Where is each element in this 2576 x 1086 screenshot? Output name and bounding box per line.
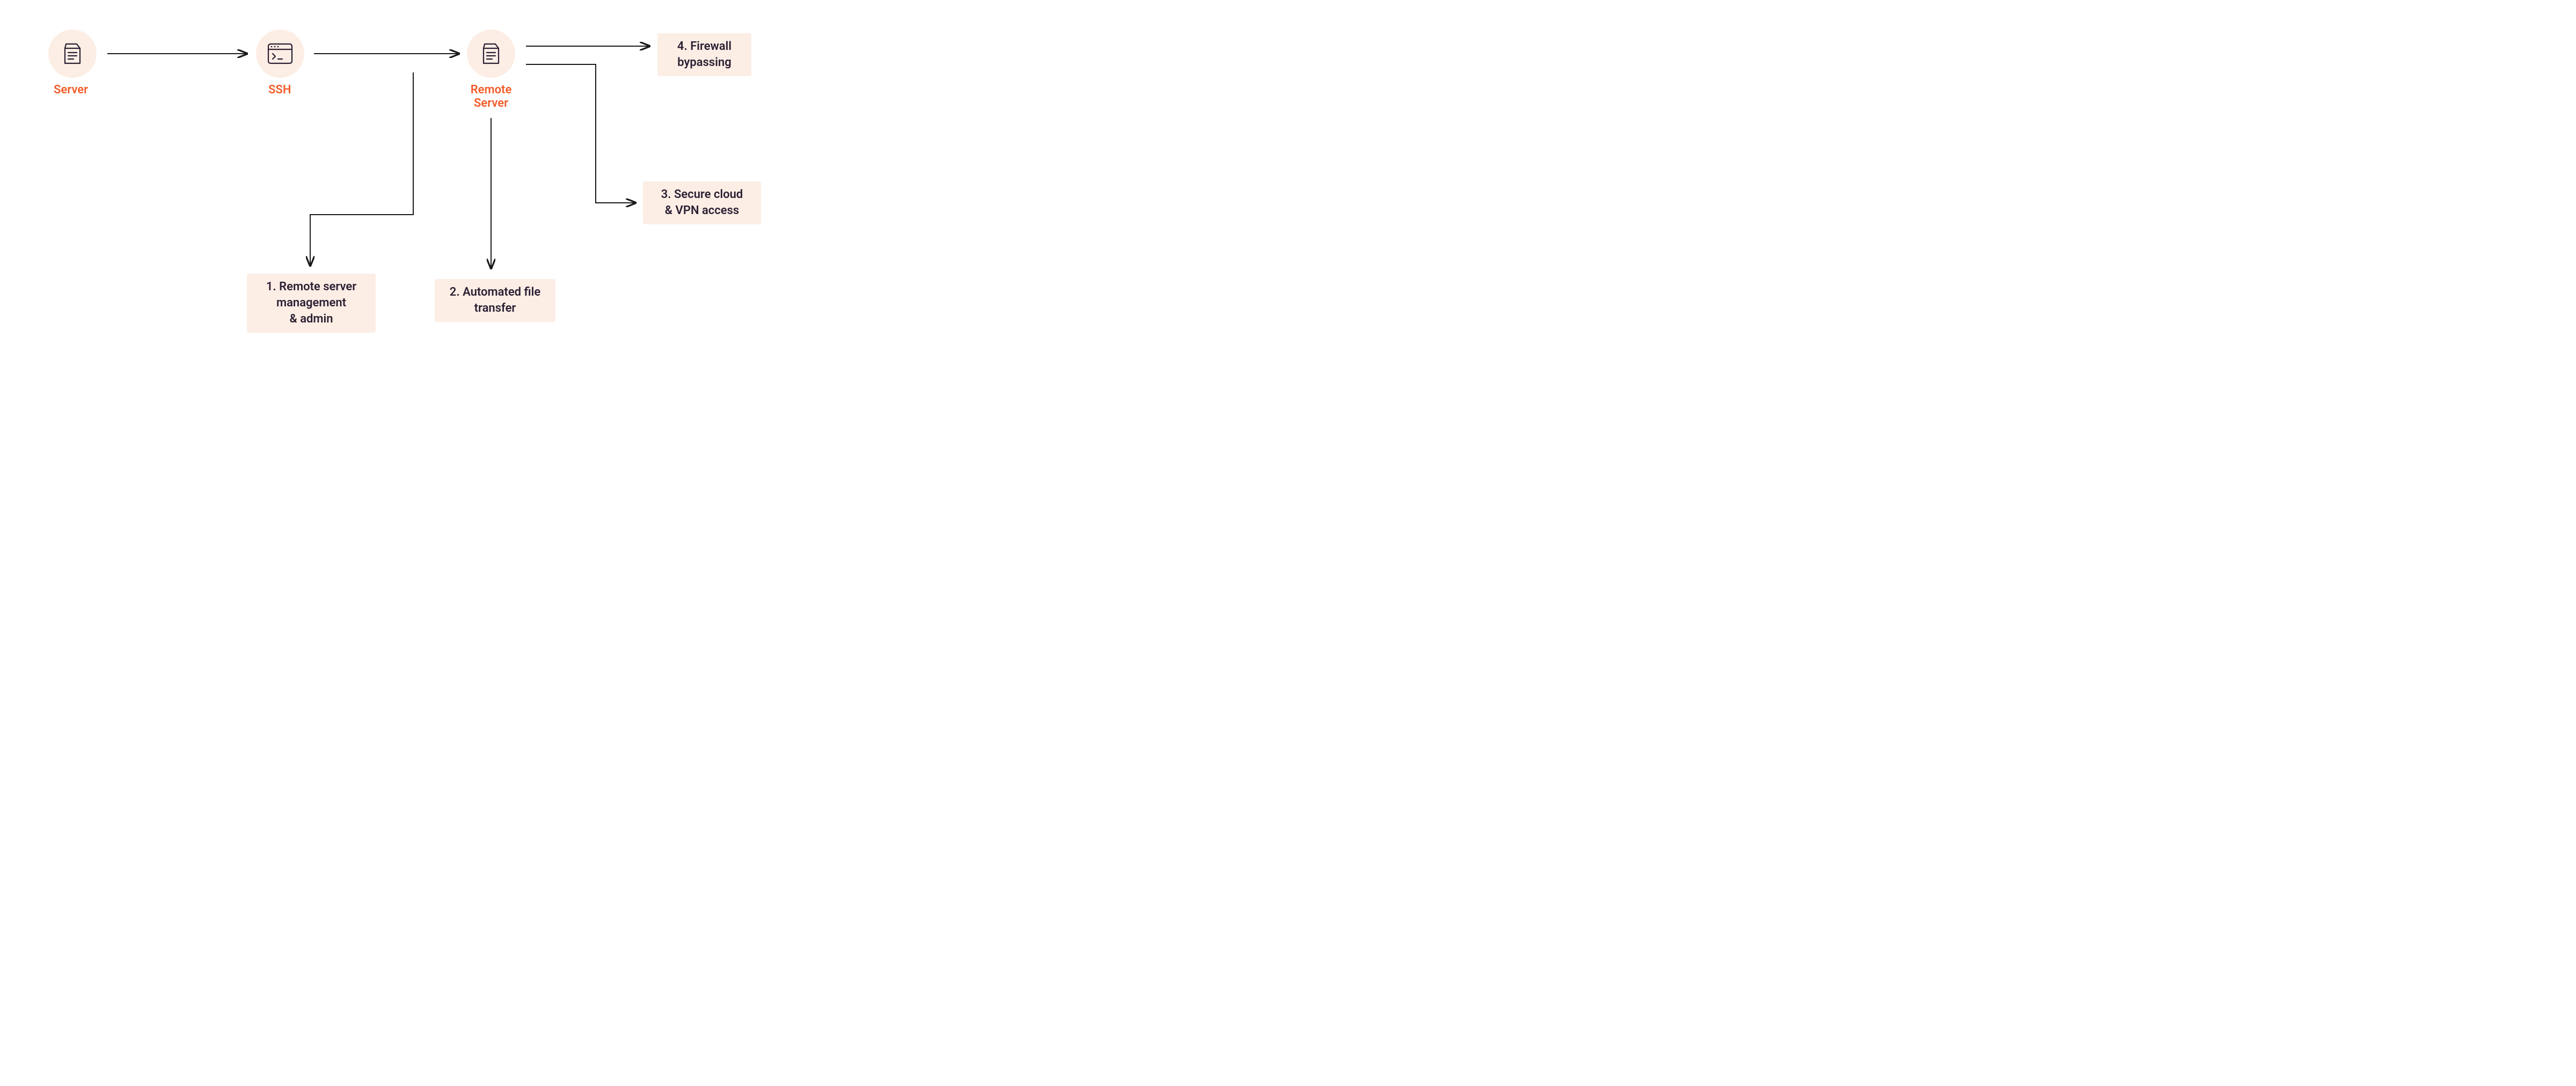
arrow-remote-to-mgmt (310, 72, 413, 266)
server-node-icon (48, 30, 97, 78)
ssh-node-icon (256, 30, 304, 78)
ssh-diagram: Server SSH Remote Server 1. Remote serve… (0, 0, 859, 362)
use-case-firewall: 4. Firewall bypassing (657, 33, 751, 76)
use-case-cloud-vpn: 3. Secure cloud & VPN access (643, 181, 761, 224)
remote-server-icon (479, 42, 503, 65)
terminal-icon (267, 43, 293, 64)
server-icon (61, 42, 84, 65)
server-label: Server (54, 83, 88, 97)
use-case-file-transfer: 2. Automated file transfer (435, 279, 555, 322)
arrow-remote-to-cloud-vpn (526, 64, 635, 203)
ssh-label: SSH (268, 83, 291, 97)
remote-server-node-icon (467, 30, 515, 78)
use-case-remote-mgmt: 1. Remote server management & admin (247, 274, 376, 333)
remote-server-label: Remote Server (470, 83, 513, 110)
